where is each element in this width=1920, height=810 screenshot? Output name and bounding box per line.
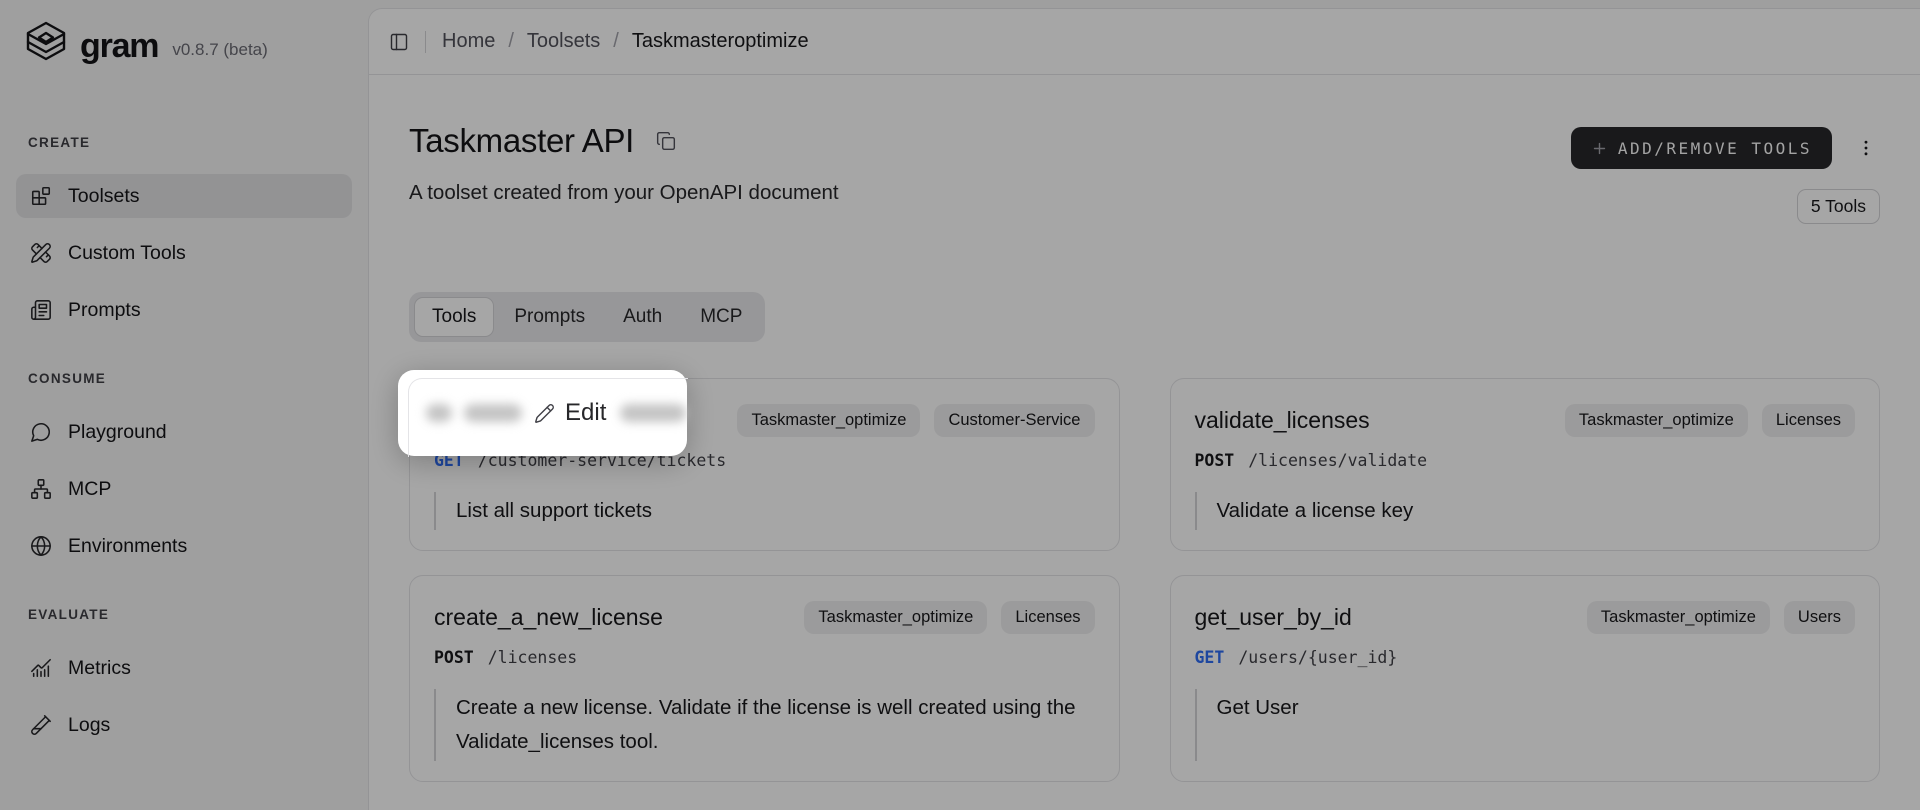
- edit-tool-button[interactable]: Edit: [534, 399, 606, 427]
- tour-dim-overlay: [0, 0, 1920, 810]
- spotlight-content: Edit: [398, 370, 687, 456]
- redacted-tool-name-blob: [620, 404, 686, 422]
- pencil-icon: [534, 403, 555, 424]
- redacted-tool-name-blob: [426, 404, 452, 422]
- tour-spotlight-edit-tool-name: Edit: [398, 370, 687, 456]
- edit-button-label: Edit: [565, 399, 606, 427]
- redacted-tool-name-blob: [464, 404, 522, 422]
